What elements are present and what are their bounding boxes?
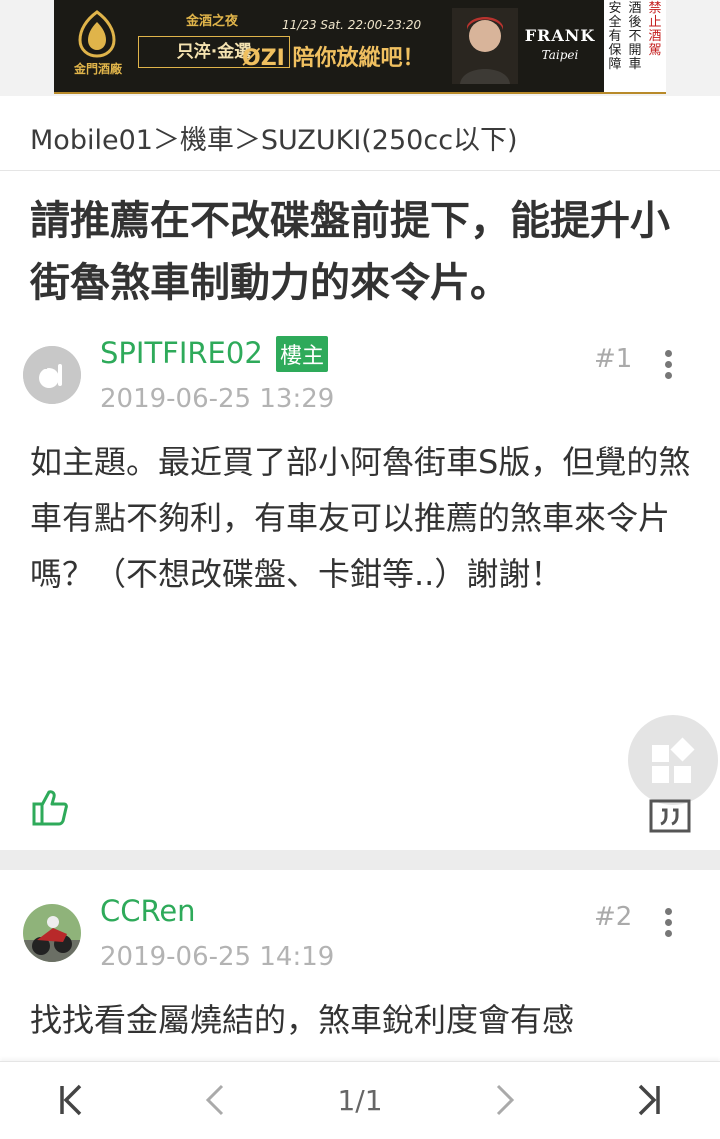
post-floor: #2 — [594, 902, 633, 932]
thumbs-up-icon[interactable] — [30, 788, 70, 828]
warning-col-2: 酒後不開車 — [628, 1, 642, 72]
last-page-icon[interactable] — [628, 1080, 668, 1120]
ad-logo-text: 金門酒廠 — [73, 62, 122, 76]
post-floor: #1 — [594, 344, 633, 374]
motorcycle-avatar-image — [23, 904, 81, 962]
next-page-icon[interactable] — [484, 1080, 524, 1120]
ad-brand-sub: Taipei — [541, 48, 579, 62]
more-options-icon[interactable] — [658, 906, 678, 940]
drink-warning: 禁止酒駕 酒後不開車 安全有保障 — [604, 0, 666, 92]
grid-square — [652, 745, 669, 762]
page-indicator: 1/1 — [337, 1084, 383, 1117]
first-page-icon[interactable] — [52, 1080, 92, 1120]
post-username[interactable]: CCRen — [100, 894, 196, 928]
avatar[interactable] — [23, 904, 81, 962]
post-username[interactable]: SPITFIRE02 — [100, 336, 263, 370]
post-timestamp: 2019-06-25 14:19 — [100, 942, 335, 972]
more-options-icon[interactable] — [658, 348, 678, 382]
op-badge: 樓主 — [276, 336, 329, 372]
thread-title: 請推薦在不改碟盤前提下，能提升小街魯煞車制動力的來令片。 — [30, 198, 670, 306]
grid-square — [652, 766, 669, 783]
breadcrumb: Mobile01＞機車＞SUZUKI(250cc以下) — [0, 96, 720, 171]
ad-brand: FRANK — [524, 26, 596, 45]
post-timestamp: 2019-06-25 13:29 — [100, 384, 335, 414]
post-divider — [0, 850, 720, 870]
ad-event-title: 金酒之夜 — [185, 14, 238, 29]
quote-icon[interactable] — [648, 798, 692, 834]
prev-page-icon[interactable] — [196, 1080, 236, 1120]
pagination-bar: 1/1 — [0, 1061, 720, 1139]
warning-col-3: 安全有保障 — [608, 1, 622, 72]
warning-col-1: 禁止酒駕 — [648, 1, 662, 58]
grid-square — [674, 766, 691, 783]
post-body: 如主題。最近買了部小阿魯街車S版，但覺的煞車有點不夠利，有車友可以推薦的煞車來令… — [30, 443, 691, 593]
floating-menu-button[interactable] — [628, 715, 718, 805]
ad-banner[interactable]: 金門酒廠 金酒之夜 只淬·金選 11/23 Sat. 22:00-23:20 Ø… — [54, 0, 666, 94]
default-avatar-icon — [23, 346, 81, 404]
ad-date: 11/23 Sat. 22:00-23:20 — [282, 18, 422, 32]
grid-diamond — [670, 737, 695, 762]
ad-slogan: ØZI 陪你放縱吧！ — [242, 46, 425, 71]
ad-banner-area: 金門酒廠 金酒之夜 只淬·金選 11/23 Sat. 22:00-23:20 Ø… — [0, 0, 720, 96]
avatar[interactable] — [23, 346, 81, 404]
ad-person-image — [452, 8, 518, 84]
breadcrumb-text[interactable]: Mobile01＞機車＞SUZUKI(250cc以下) — [30, 118, 518, 157]
post-body: 找找看金屬燒結的，煞車銳利度會有感 — [30, 1001, 575, 1039]
